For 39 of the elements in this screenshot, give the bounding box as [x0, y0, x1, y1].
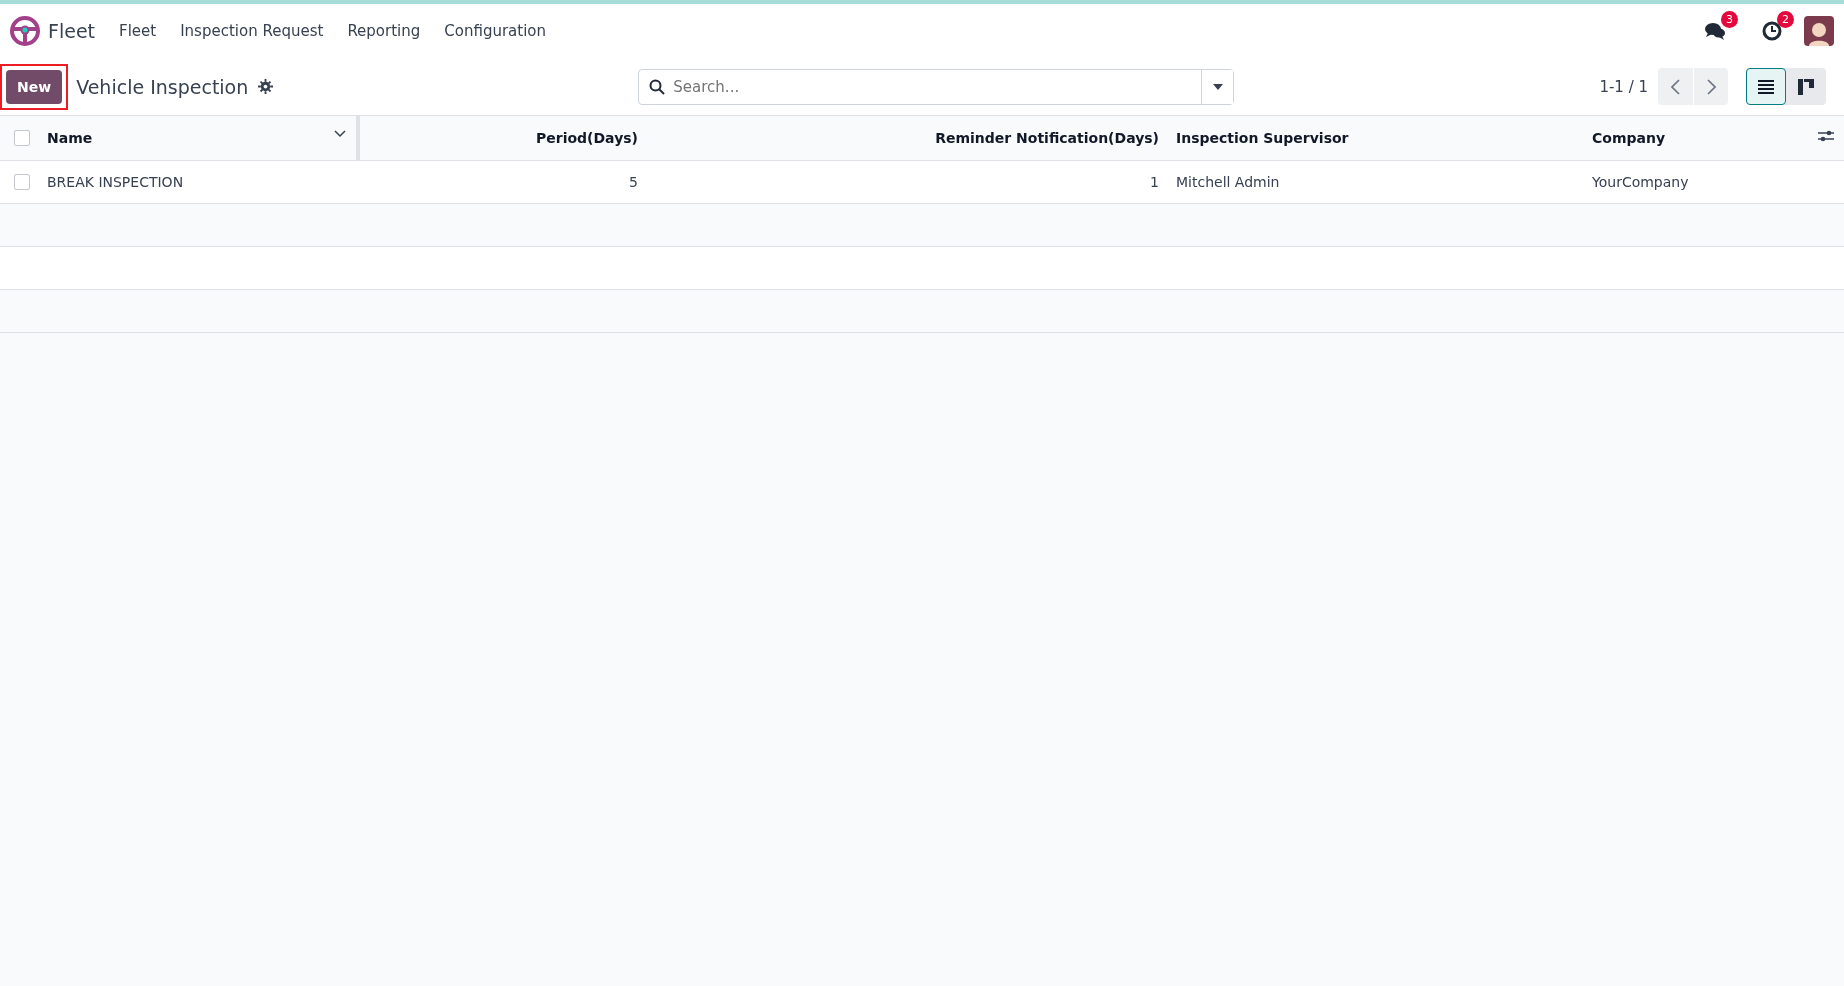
steering-wheel-logo-icon[interactable] — [10, 16, 40, 46]
column-header[interactable]: Company — [1592, 129, 1666, 146]
caret-icon — [1212, 83, 1223, 90]
table-cell: 1 — [1150, 173, 1159, 190]
list-view-button[interactable] — [1746, 68, 1786, 105]
search-input[interactable]: Search... — [665, 77, 1202, 96]
table-cell: 5 — [629, 173, 638, 190]
search-options-button[interactable] — [1201, 69, 1234, 104]
select-all-checkbox[interactable] — [14, 129, 30, 146]
row-checkbox[interactable] — [14, 173, 30, 190]
list-icon — [1758, 79, 1774, 94]
notification-badge: 3 — [1721, 11, 1738, 28]
user-avatar[interactable] — [1804, 16, 1834, 46]
notification-badge: 2 — [1777, 11, 1794, 28]
chevron-left-icon — [1671, 78, 1680, 95]
menu-item[interactable]: Reporting — [347, 22, 421, 40]
table-cell: YourCompany — [1592, 173, 1689, 190]
kanban-icon — [1798, 78, 1814, 95]
menu-item[interactable]: Configuration — [444, 22, 547, 40]
chat-bubbles-icon[interactable] — [1704, 21, 1726, 41]
page-title: Vehicle Inspection — [76, 75, 249, 98]
menu-item[interactable]: Fleet — [119, 22, 157, 40]
column-header[interactable]: Inspection Supervisor — [1176, 129, 1349, 146]
pager-value: 1-1 / 1 — [1599, 77, 1648, 96]
column-header[interactable]: Name — [47, 129, 93, 146]
column-header[interactable]: Reminder Notification(Days) — [935, 129, 1159, 146]
chevron-right-icon — [1706, 78, 1716, 95]
sliders-icon[interactable] — [1818, 129, 1834, 144]
app-name[interactable]: Fleet — [48, 20, 96, 42]
column-header[interactable]: Period(Days) — [536, 129, 638, 146]
new-button[interactable]: New — [6, 69, 63, 104]
search-icon — [649, 78, 666, 95]
table-cell: BREAK INSPECTION — [47, 173, 184, 190]
chevron-down-icon[interactable] — [334, 129, 346, 138]
clock-icon[interactable] — [1762, 21, 1782, 41]
settings-icon[interactable] — [258, 79, 274, 94]
menu-item[interactable]: Inspection Request — [180, 22, 324, 40]
search-field[interactable]: Search... — [638, 68, 1235, 105]
table-cell: Mitchell Admin — [1176, 173, 1280, 190]
